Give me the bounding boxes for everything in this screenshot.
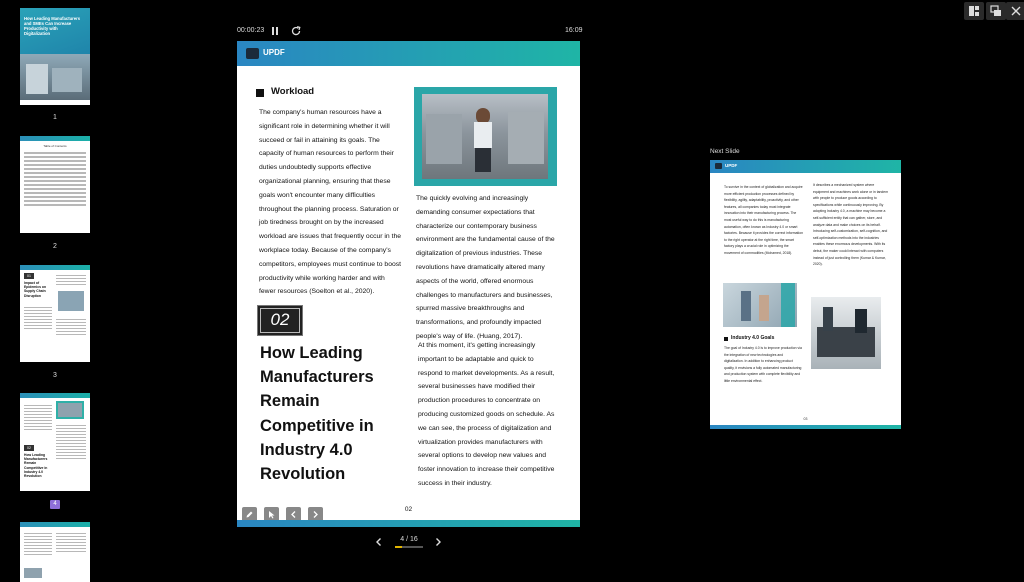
thumbnail-2-number: 2 <box>53 243 57 250</box>
slide-bottom-bar <box>237 520 580 527</box>
thumbnail-4-title: How Leading Manufacturers Remain Competi… <box>24 453 48 479</box>
pointer-icon <box>269 511 275 519</box>
thumbnail-3-number: 3 <box>53 372 57 379</box>
pause-button[interactable] <box>268 24 282 38</box>
progress-track <box>395 546 423 548</box>
section-title-line: Manufacturers <box>260 368 374 387</box>
grid-layout-icon <box>969 6 979 16</box>
adaptability-paragraph: At this moment, it's getting increasingl… <box>418 342 555 487</box>
section-number-box: 02 <box>257 305 303 336</box>
section-title-line: How Leading <box>260 344 363 362</box>
next-photo-engineers <box>811 297 881 369</box>
previous-page-button[interactable] <box>372 535 386 549</box>
next-brand-name: UPDF <box>725 163 738 168</box>
section-title-line: Competitive in <box>260 416 374 435</box>
pause-icon <box>272 27 278 35</box>
layout-button[interactable] <box>964 2 984 20</box>
workload-heading: Workload <box>271 86 315 97</box>
thumbnail-1[interactable]: How Leading Manufacturers and SMEs Can I… <box>20 8 90 105</box>
close-icon <box>1011 6 1021 16</box>
next-page-button[interactable] <box>431 535 445 549</box>
photo-frame <box>414 87 557 186</box>
next-right-text: It describes a mechanized system where e… <box>813 183 889 267</box>
thumbnail-3[interactable]: 01 Impact of Epidemics on Supply Chain D… <box>20 265 90 362</box>
thumbnail-1-number: 1 <box>53 114 57 121</box>
current-slide-badge: 4 <box>50 500 60 509</box>
elapsed-time: 00:00:23 <box>237 27 265 34</box>
thumbnail-3-title: Impact of Epidemics on Supply Chain Disr… <box>24 281 47 298</box>
next-slide-banner: UPDF <box>710 160 901 173</box>
next-arrow-icon <box>313 511 318 518</box>
section-title-line: Remain <box>260 392 320 411</box>
next-goals-heading: Industry 4.0 Goals <box>731 335 775 341</box>
restart-button[interactable] <box>289 24 303 38</box>
next-photo-meeting <box>723 283 797 327</box>
current-slide: UPDF Workload The company's human resour… <box>237 41 580 527</box>
clock: 16:09 <box>565 27 583 34</box>
swap-display-button[interactable] <box>986 2 1006 20</box>
thumbnail-4[interactable]: 02 How Leading Manufacturers Remain Comp… <box>20 393 90 491</box>
next-slide-preview[interactable]: UPDF To survive in the context of global… <box>710 160 901 429</box>
next-goals-text: The goal of Industry 4.0 is to improve p… <box>724 346 802 383</box>
workload-paragraph: The company's human resources have a sig… <box>259 109 402 296</box>
swap-display-icon <box>990 5 1001 16</box>
close-button[interactable] <box>1006 2 1024 20</box>
progress-fill <box>395 546 402 548</box>
page-indicator: 4 / 16 <box>400 536 418 543</box>
thumbnail-5[interactable] <box>20 522 90 582</box>
chevron-left-icon <box>376 538 381 546</box>
section-title: How Leading Manufacturers Remain Competi… <box>260 341 374 486</box>
heading-bullet <box>256 89 264 97</box>
next-goals-bullet <box>724 337 728 341</box>
thumbnail-4-section: 02 <box>24 445 34 451</box>
brand-logo <box>246 48 259 59</box>
thumbnail-2[interactable]: Table of Contents <box>20 136 90 233</box>
next-brand-logo <box>715 163 722 169</box>
thumbnail-3-section: 01 <box>24 273 34 279</box>
prev-arrow-icon <box>291 511 296 518</box>
next-page-number: 03 <box>803 417 808 421</box>
section-title-line: Revolution <box>260 465 346 484</box>
restart-icon <box>291 26 301 36</box>
woman-factory-photo <box>422 94 548 179</box>
pen-icon <box>246 511 253 518</box>
thumbnail-2-title: Table of Contents <box>43 144 67 148</box>
thumbnail-1-title: How Leading Manufacturers and SMEs Can I… <box>24 16 81 36</box>
section-number: 02 <box>270 310 290 329</box>
slide-banner: UPDF <box>237 41 580 66</box>
section-title-line: Industry 4.0 <box>260 440 353 459</box>
brand-name: UPDF <box>263 48 285 57</box>
next-slide-bottom-bar <box>710 425 901 429</box>
chevron-right-icon <box>436 538 441 546</box>
next-slide-label: Next Slide <box>710 148 740 155</box>
digitalization-paragraph: The quickly evolving and increasingly de… <box>416 195 555 340</box>
next-left-text: To survive in the context of globalizati… <box>724 185 803 255</box>
